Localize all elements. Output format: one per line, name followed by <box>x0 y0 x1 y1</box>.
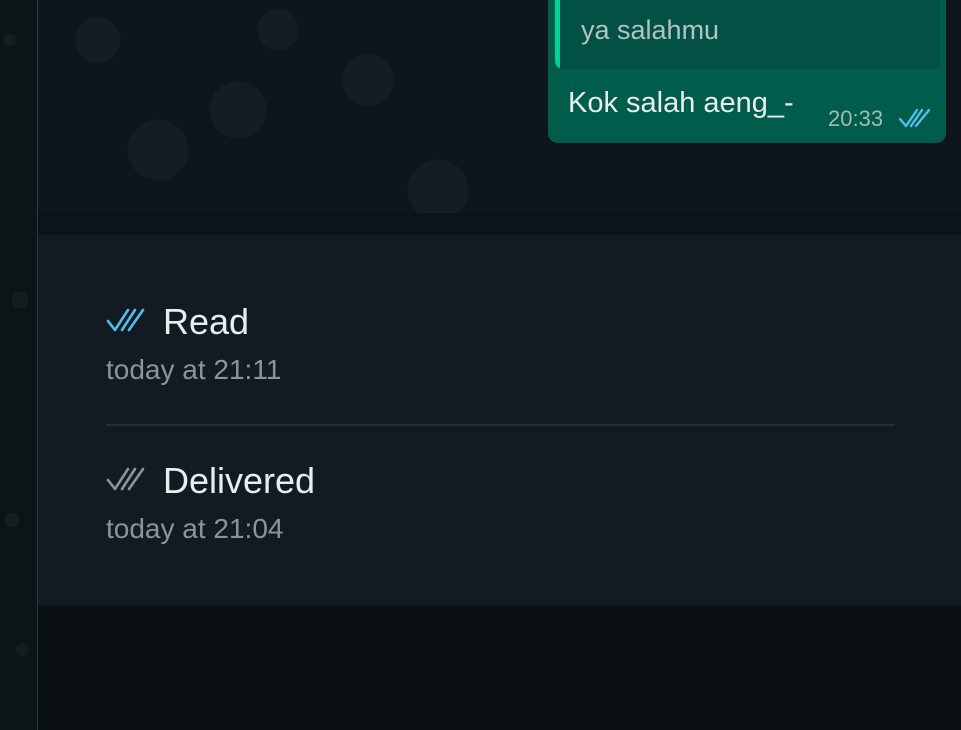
outgoing-message-bubble: ya salahmu Kok salah aeng_- 20:33 <box>548 0 946 143</box>
quoted-message-text: ya salahmu <box>581 15 720 45</box>
double-check-delivered-icon <box>106 467 145 491</box>
receipt-label: Read <box>163 301 250 342</box>
double-check-read-icon <box>898 108 931 128</box>
quoted-message[interactable]: ya salahmu <box>555 0 940 69</box>
panel-footer-empty <box>38 605 961 730</box>
quote-accent-bar <box>555 0 560 69</box>
chat-gap <box>38 213 961 235</box>
message-text: Kok salah aeng_- <box>568 87 794 119</box>
receipt-label: Delivered <box>163 460 316 501</box>
message-time: 20:33 <box>828 106 884 131</box>
receipt-time: today at 21:04 <box>106 513 284 544</box>
chat-wallpaper-left <box>0 0 37 730</box>
receipt-divider <box>106 424 895 426</box>
message-info-panel: Read today at 21:11 Delivered today at 2… <box>38 235 961 605</box>
message-info-screen: ya salahmu Kok salah aeng_- 20:33 Read t… <box>0 0 961 730</box>
receipt-time: today at 21:11 <box>106 354 282 385</box>
double-check-read-icon <box>106 308 145 332</box>
chat-preview-area: ya salahmu Kok salah aeng_- 20:33 <box>38 0 961 213</box>
